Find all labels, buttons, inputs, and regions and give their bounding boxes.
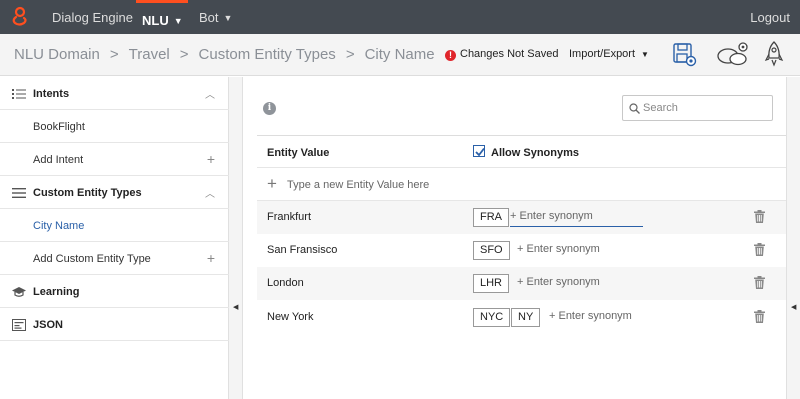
sidebar-item-bookflight[interactable]: BookFlight bbox=[0, 110, 229, 143]
plus-icon[interactable]: + bbox=[207, 151, 215, 167]
collapse-sidebar-handle[interactable]: ◀ bbox=[229, 77, 243, 399]
breadcrumb-item-nlu-domain[interactable]: NLU Domain bbox=[14, 46, 100, 63]
table-row: New York NYC NY + Enter synonym bbox=[257, 301, 786, 334]
menu-icon bbox=[12, 188, 26, 198]
chevron-down-icon: ▼ bbox=[173, 16, 183, 26]
column-header-entity-value: Entity Value bbox=[267, 147, 330, 159]
info-icon[interactable]: i bbox=[263, 102, 276, 115]
sidebar-item-city-name[interactable]: City Name bbox=[0, 209, 229, 242]
plus-icon[interactable]: + bbox=[267, 174, 277, 194]
sidebar-item-add-intent[interactable]: Add Intent + bbox=[0, 143, 229, 176]
collapse-right-panel-handle[interactable]: ◀ bbox=[786, 77, 800, 399]
sidebar-item-label: Add Intent bbox=[33, 154, 84, 166]
sidebar-item-learning[interactable]: Learning bbox=[0, 275, 229, 308]
synonym-input[interactable]: + Enter synonym bbox=[510, 210, 643, 227]
search-box[interactable] bbox=[622, 95, 773, 121]
synonym-input[interactable]: + Enter synonym bbox=[517, 276, 650, 293]
chevron-down-icon: ▼ bbox=[641, 50, 649, 59]
nav-nlu-label: NLU bbox=[142, 13, 169, 28]
trash-icon[interactable] bbox=[754, 310, 765, 323]
synonym-chip[interactable]: NYC bbox=[473, 308, 511, 327]
import-export-label: Import/Export bbox=[569, 48, 636, 60]
arrow-left-icon: ◀ bbox=[233, 304, 239, 311]
new-entity-value-input[interactable] bbox=[287, 176, 587, 193]
column-header-allow-synonyms: Allow Synonyms bbox=[491, 147, 580, 159]
sidebar-item-label: BookFlight bbox=[33, 121, 85, 133]
logout-link[interactable]: Logout bbox=[750, 10, 790, 25]
new-entity-row: + bbox=[257, 168, 786, 201]
breadcrumb-item-city-name: City Name bbox=[364, 46, 435, 63]
json-icon bbox=[12, 319, 26, 331]
table-row: San Fransisco SFO + Enter synonym bbox=[257, 234, 786, 267]
breadcrumb-item-travel[interactable]: Travel bbox=[129, 46, 170, 63]
synonym-chip[interactable]: LHR bbox=[473, 274, 510, 293]
sidebar-item-intents[interactable]: Intents ︿ bbox=[0, 77, 229, 110]
breadcrumb-separator: > bbox=[345, 46, 355, 63]
sidebar: Intents ︿ BookFlight Add Intent + Custom… bbox=[0, 77, 229, 399]
search-input[interactable] bbox=[643, 99, 768, 117]
sidebar-item-custom-entity-types[interactable]: Custom Entity Types ︿ bbox=[0, 176, 229, 209]
nav-menu-nlu[interactable]: NLU ▼ bbox=[136, 0, 188, 34]
save-settings-icon[interactable] bbox=[672, 42, 698, 68]
breadcrumb-item-custom-entity-types[interactable]: Custom Entity Types bbox=[199, 46, 336, 63]
entity-value[interactable]: San Fransisco bbox=[267, 244, 337, 256]
status-text: Changes Not Saved bbox=[460, 48, 559, 60]
entity-value[interactable]: Frankfurt bbox=[267, 211, 311, 223]
chat-settings-icon[interactable] bbox=[716, 40, 752, 68]
chevron-up-icon[interactable]: ︿ bbox=[205, 185, 215, 200]
checkmark-icon bbox=[475, 147, 485, 157]
table-row: London LHR + Enter synonym bbox=[257, 267, 786, 300]
warning-icon: ! bbox=[445, 50, 456, 61]
plus-icon[interactable]: + bbox=[207, 250, 215, 266]
sidebar-item-label: Add Custom Entity Type bbox=[33, 253, 151, 265]
synonym-input[interactable]: + Enter synonym bbox=[549, 310, 682, 327]
sidebar-item-label: JSON bbox=[33, 319, 63, 331]
synonym-input[interactable]: + Enter synonym bbox=[517, 243, 650, 260]
import-export-menu[interactable]: Import/Export ▼ bbox=[569, 48, 649, 60]
graduation-cap-icon bbox=[12, 287, 26, 297]
chevron-down-icon: ▼ bbox=[223, 13, 233, 23]
breadcrumb-separator: > bbox=[179, 46, 189, 63]
synonym-chip[interactable]: NY bbox=[511, 308, 541, 327]
breadcrumb-toolbar: NLU Domain > Travel > Custom Entity Types > Ci… bbox=[0, 34, 800, 76]
table-row: Frankfurt FRA + Enter synonym bbox=[257, 201, 786, 234]
sidebar-item-label: Learning bbox=[33, 286, 80, 298]
arrow-left-icon: ◀ bbox=[791, 304, 797, 311]
breadcrumb: NLU Domain > Travel > Custom Entity Types > Ci… bbox=[14, 46, 435, 63]
search-icon bbox=[629, 103, 640, 114]
sidebar-item-json[interactable]: JSON bbox=[0, 308, 229, 341]
nav-bot-label: Bot bbox=[199, 10, 219, 25]
trash-icon[interactable] bbox=[754, 243, 765, 256]
nav-menu-bot[interactable]: Bot ▼ bbox=[199, 10, 232, 25]
entity-value[interactable]: New York bbox=[267, 311, 313, 323]
entity-value[interactable]: London bbox=[267, 277, 304, 289]
breadcrumb-separator: > bbox=[109, 46, 119, 63]
sidebar-item-label: Custom Entity Types bbox=[33, 187, 142, 199]
app-title[interactable]: Dialog Engine bbox=[52, 10, 133, 25]
trash-icon[interactable] bbox=[754, 210, 765, 223]
rocket-icon[interactable] bbox=[764, 40, 784, 70]
chevron-up-icon[interactable]: ︿ bbox=[205, 86, 215, 101]
sidebar-item-label: Intents bbox=[33, 88, 70, 100]
sidebar-item-add-custom-entity-type[interactable]: Add Custom Entity Type + bbox=[0, 242, 229, 275]
unsaved-status: ! Changes Not Saved bbox=[445, 48, 558, 61]
allow-synonyms-checkbox[interactable] bbox=[473, 145, 485, 157]
sidebar-item-label: City Name bbox=[33, 220, 85, 232]
trash-icon[interactable] bbox=[754, 276, 765, 289]
synonym-chip[interactable]: SFO bbox=[473, 241, 510, 260]
synonym-chip[interactable]: FRA bbox=[473, 208, 509, 227]
top-nav-bar: Dialog Engine NLU ▼ Bot ▼ Logout bbox=[0, 0, 800, 34]
list-icon bbox=[12, 89, 26, 99]
table-header: Entity Value Allow Synonyms bbox=[257, 135, 786, 168]
genesys-logo-icon[interactable] bbox=[10, 6, 30, 28]
